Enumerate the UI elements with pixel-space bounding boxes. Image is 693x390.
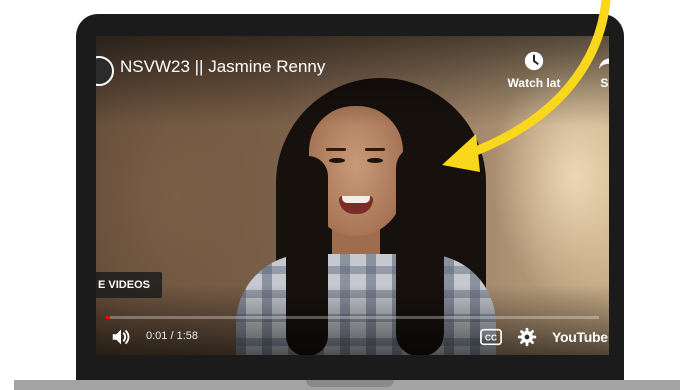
watch-later-button[interactable]: Watch lat <box>504 50 564 90</box>
right-eye <box>367 158 383 163</box>
right-brow <box>365 148 385 151</box>
clock-icon <box>524 51 544 71</box>
time-display: 0:01 / 1:58 <box>146 330 198 342</box>
volume-icon[interactable] <box>110 326 132 348</box>
progress-bar[interactable] <box>106 316 599 319</box>
left-eye <box>329 158 345 163</box>
share-arrow-icon <box>598 58 609 70</box>
watch-later-label: Watch lat <box>507 76 561 90</box>
more-videos-button[interactable]: E VIDEOS <box>96 272 162 298</box>
svg-text:CC: CC <box>485 334 497 343</box>
smile <box>339 196 373 214</box>
left-brow <box>326 148 346 151</box>
video-player[interactable]: NSVW23 || Jasmine Renny Watch lat Sh E V… <box>96 36 609 355</box>
gear-icon[interactable] <box>516 326 538 348</box>
cc-icon[interactable]: CC <box>480 328 502 346</box>
share-label: Sh <box>600 76 609 90</box>
share-button[interactable]: Sh <box>588 50 609 90</box>
progress-played <box>106 316 111 319</box>
youtube-logo[interactable]: YouTube <box>552 329 608 345</box>
laptop-notch <box>306 380 394 387</box>
video-title[interactable]: NSVW23 || Jasmine Renny <box>120 57 325 77</box>
